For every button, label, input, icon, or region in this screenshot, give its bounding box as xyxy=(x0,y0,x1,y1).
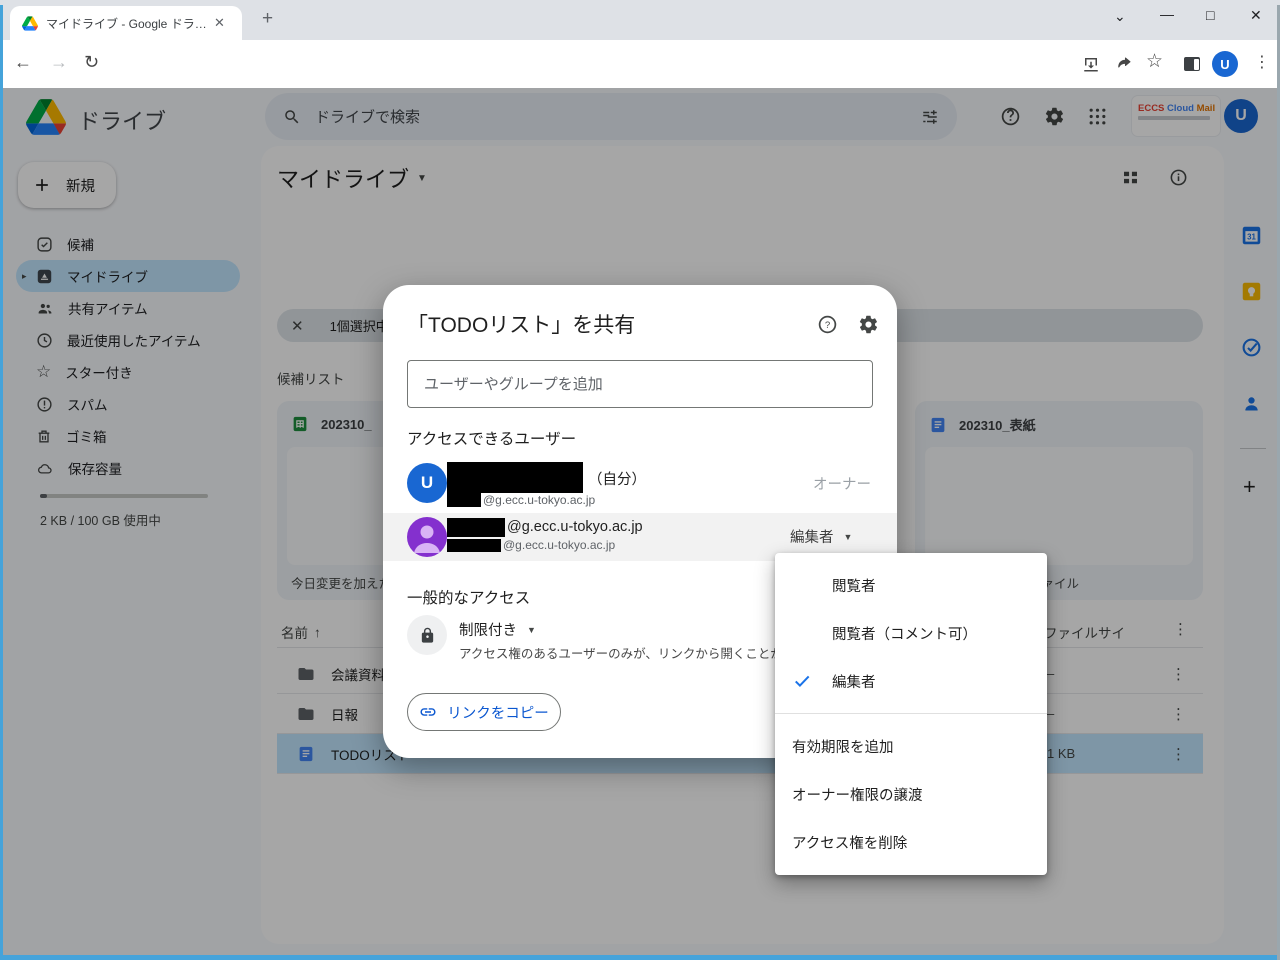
add-people-input[interactable] xyxy=(407,360,873,408)
menu-item-label: 閲覧者 xyxy=(832,575,876,596)
menu-item-transfer-ownership[interactable]: オーナー権限の譲渡 xyxy=(775,770,1047,818)
restricted-description: アクセス権のあるユーザーのみが、リンクから開くことがで xyxy=(459,643,795,662)
owner-self-label: （自分） xyxy=(588,468,646,489)
copy-link-label: リンクをコピー xyxy=(447,702,549,723)
owner-email: @g.ecc.u-tokyo.ac.jp xyxy=(483,493,595,507)
editor-name-suffix: @g.ecc.u-tokyo.ac.jp xyxy=(507,519,643,535)
menu-item-editor-selected[interactable]: 編集者 xyxy=(775,657,1047,705)
restricted-icon-circle xyxy=(407,615,447,655)
dialog-title: 「TODOリスト」を共有 xyxy=(407,309,635,339)
redacted-name xyxy=(447,518,505,537)
copy-link-button[interactable]: リンクをコピー xyxy=(407,693,561,731)
dropdown-arrow-icon: ▼ xyxy=(527,625,536,635)
editor-email: @g.ecc.u-tokyo.ac.jp xyxy=(503,538,615,552)
browser-profile-avatar[interactable]: U xyxy=(1212,51,1238,77)
editor-avatar xyxy=(407,517,447,557)
tab-strip: マイドライブ - Google ドライブ ✕ + ⌄ — □ ✕ xyxy=(0,0,1280,40)
share-icon[interactable] xyxy=(1115,55,1133,73)
maximize-button[interactable]: □ xyxy=(1206,7,1214,23)
menu-item-label: オーナー権限の譲渡 xyxy=(792,784,923,805)
browser-window: マイドライブ - Google ドライブ ✕ + ⌄ — □ ✕ ← → ↻ d… xyxy=(0,0,1280,960)
install-icon[interactable] xyxy=(1082,55,1100,73)
redacted-name xyxy=(447,462,583,493)
browser-menu-icon[interactable]: ⋮ xyxy=(1254,52,1270,72)
menu-item-label: 閲覧者（コメント可） xyxy=(832,623,977,644)
close-window-button[interactable]: ✕ xyxy=(1250,7,1262,24)
drive-favicon xyxy=(22,16,38,31)
menu-item-label: 編集者 xyxy=(832,671,876,692)
role-dropdown-menu: 閲覧者 閲覧者（コメント可） 編集者 有効期限を追加 オーナー権限の譲渡 アクセ… xyxy=(775,553,1047,875)
person-silhouette-icon xyxy=(407,517,447,557)
owner-role-label: オーナー xyxy=(813,473,871,494)
window-border-bottom xyxy=(0,955,1280,960)
owner-avatar: U xyxy=(407,463,447,503)
browser-toolbar: ← → ↻ drive.google.com/drive/my-drive ☆ … xyxy=(0,40,1280,88)
menu-item-remove-access[interactable]: アクセス権を削除 xyxy=(775,818,1047,866)
restricted-label: 制限付き xyxy=(459,619,517,640)
tab-search-icon[interactable]: ⌄ xyxy=(1114,8,1126,25)
reload-icon[interactable]: ↻ xyxy=(84,52,99,73)
access-section-label: アクセスできるユーザー xyxy=(407,427,576,449)
window-border-left xyxy=(0,5,3,960)
menu-item-viewer[interactable]: 閲覧者 xyxy=(775,561,1047,609)
forward-icon[interactable]: → xyxy=(50,52,68,73)
dialog-settings-icon[interactable] xyxy=(858,314,879,335)
menu-item-label: 有効期限を追加 xyxy=(792,736,894,757)
role-dropdown-trigger[interactable]: 編集者 ▼ xyxy=(790,526,852,547)
browser-tab[interactable]: マイドライブ - Google ドライブ ✕ xyxy=(10,6,242,40)
owner-user-row: U （自分） @g.ecc.u-tokyo.ac.jp オーナー xyxy=(383,457,897,513)
lock-icon xyxy=(419,627,436,644)
menu-divider xyxy=(775,713,1047,714)
tab-close-icon[interactable]: ✕ xyxy=(214,15,225,31)
menu-item-add-expiration[interactable]: 有効期限を追加 xyxy=(775,722,1047,770)
dialog-help-icon[interactable]: ? xyxy=(817,314,838,335)
dropdown-arrow-icon: ▼ xyxy=(844,532,853,542)
back-icon[interactable]: ← xyxy=(14,52,32,73)
minimize-button[interactable]: — xyxy=(1160,6,1174,22)
tab-title: マイドライブ - Google ドライブ xyxy=(46,15,214,32)
menu-item-label: アクセス権を削除 xyxy=(792,832,907,853)
bookmark-star-icon[interactable]: ☆ xyxy=(1146,50,1163,73)
redacted-email-prefix xyxy=(447,539,501,552)
link-icon xyxy=(419,703,437,721)
redacted-email-prefix xyxy=(447,493,481,507)
menu-item-commenter[interactable]: 閲覧者（コメント可） xyxy=(775,609,1047,657)
checkmark-icon xyxy=(792,671,812,691)
svg-text:?: ? xyxy=(825,320,830,331)
current-role-label: 編集者 xyxy=(790,526,834,547)
general-access-label: 一般的なアクセス xyxy=(407,586,530,608)
side-panel-icon[interactable] xyxy=(1184,57,1200,71)
new-tab-button[interactable]: + xyxy=(262,8,273,30)
general-access-dropdown[interactable]: 制限付き ▼ xyxy=(459,619,536,640)
